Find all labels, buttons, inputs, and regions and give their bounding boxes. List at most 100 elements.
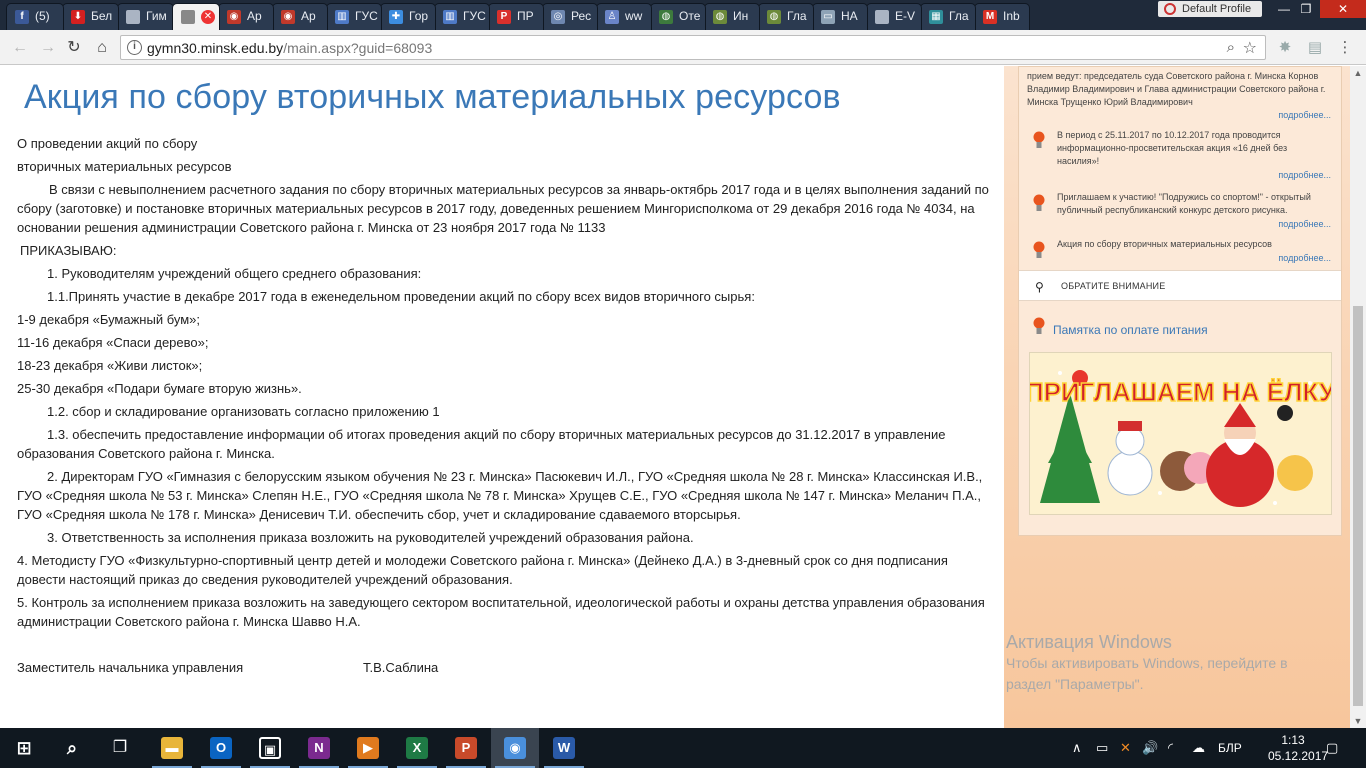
more-link[interactable]: подробнее... <box>1278 218 1331 231</box>
url-text[interactable]: gymn30.minsk.edu.by/main.aspx?guid=68093 <box>147 40 432 56</box>
taskbar-app-excel[interactable]: X <box>393 728 441 768</box>
tab-label: Ар <box>301 9 316 23</box>
browser-tab[interactable]: ▥ ГУС <box>326 3 382 30</box>
bookmark-star-icon[interactable]: ☆ <box>1243 38 1257 58</box>
browser-tab[interactable]: ◉ Ар <box>272 3 328 30</box>
browser-tab[interactable]: ◍ Гла <box>758 3 814 30</box>
news-item[interactable]: В период с 25.11.2017 по 10.12.2017 года… <box>1019 127 1341 185</box>
close-window-button[interactable]: ✕ <box>1320 0 1366 18</box>
news-item[interactable]: Акция по сбору вторичных материальных ре… <box>1019 237 1341 269</box>
browser-tab[interactable]: ▭ НА <box>812 3 868 30</box>
language-indicator[interactable]: БЛР <box>1218 741 1242 755</box>
notifications-icon[interactable]: ▢ <box>1326 740 1338 756</box>
forward-button[interactable]: → <box>38 38 58 58</box>
windows-taskbar: ⊞ ⌕ ❐ ∧ ▭ ✕ 🔊 ◜ ☁ БЛР 1:13 05.12.2017 ▢ … <box>0 728 1366 768</box>
memo-link[interactable]: Памятка по оплате питания <box>1053 323 1208 337</box>
news-panel: прием ведут: председатель суда Советског… <box>1018 66 1342 536</box>
excel-icon: X <box>406 737 428 759</box>
reload-button[interactable]: ↻ <box>64 38 84 58</box>
monitor-icon: ▭ <box>821 10 835 24</box>
file-explorer-icon: ▬ <box>161 737 183 759</box>
gmail-icon: M <box>983 10 997 24</box>
page-scrollbar[interactable]: ▲ ▼ <box>1350 66 1366 728</box>
tray-chevron-icon[interactable]: ∧ <box>1072 740 1082 756</box>
cloud-icon[interactable]: ☁ <box>1192 740 1205 756</box>
extension-icon[interactable]: ▤ <box>1306 39 1324 57</box>
memo-item[interactable]: Памятка по оплате питания <box>1031 317 1331 337</box>
browser-tab[interactable]: P ПР <box>488 3 544 30</box>
volume-icon[interactable]: 🔊 <box>1142 740 1158 756</box>
news-text: прием ведут: председатель суда Советског… <box>1027 71 1326 107</box>
browser-tab[interactable]: E-V <box>866 3 922 30</box>
signature-name: Т.В.Саблина <box>363 660 439 675</box>
tab-label: E-V <box>895 9 916 23</box>
taskbar-app-onenote[interactable]: N <box>295 728 343 768</box>
browser-tab[interactable]: ◍ Ин <box>704 3 760 30</box>
battery-icon[interactable]: ▭ <box>1096 740 1108 756</box>
extension-icon[interactable]: ✸ <box>1276 39 1294 57</box>
watermark-subtitle: Чтобы активировать Windows, перейдите в … <box>1006 655 1288 692</box>
action-date-item: 25-30 декабря «Подари бумаге вторую жизн… <box>17 381 302 396</box>
tab-label: Гим <box>146 9 167 23</box>
windows-logo-icon: ⊞ <box>16 738 32 758</box>
outlook-icon: O <box>210 737 232 759</box>
task-view-button[interactable]: ❐ <box>96 728 144 768</box>
news-item[interactable]: Приглашаем к участию! "Подружись со спор… <box>1019 190 1341 232</box>
address-bar[interactable]: i gymn30.minsk.edu.by/main.aspx?guid=680… <box>120 35 1266 60</box>
article-paragraph: 1.3. обеспечить предоставление информаци… <box>17 427 946 461</box>
network-icon[interactable]: ◜ <box>1168 740 1173 756</box>
close-tab-icon[interactable]: ✕ <box>201 10 215 24</box>
site-info-icon[interactable]: i <box>127 40 142 55</box>
browser-tab[interactable]: ✚ Гор <box>380 3 436 30</box>
page-title: Акция по сбору вторичных материальных ре… <box>24 78 841 116</box>
menu-icon[interactable]: ⋮ <box>1336 39 1354 57</box>
browser-tab[interactable]: Гим <box>117 3 174 30</box>
start-button[interactable]: ⊞ <box>0 728 48 768</box>
gor-icon: ✚ <box>389 10 403 24</box>
browser-tab[interactable]: ♙ ww <box>596 3 652 30</box>
browser-tab[interactable]: ▥ ГУС <box>434 3 490 30</box>
lightbulb-icon <box>1033 241 1045 258</box>
more-link[interactable]: подробнее... <box>1278 252 1331 265</box>
vpn-icon[interactable]: ✕ <box>1120 740 1131 756</box>
browser-tab[interactable]: ✕ <box>172 3 220 30</box>
taskbar-app-chrome[interactable]: ◉ <box>491 728 539 768</box>
page-icon <box>181 10 195 24</box>
home-button[interactable]: ⌂ <box>92 38 112 58</box>
scroll-thumb[interactable] <box>1353 306 1363 706</box>
search-button[interactable]: ⌕ <box>48 728 96 768</box>
taskbar-app-word[interactable]: W <box>540 728 588 768</box>
more-link[interactable]: подробнее... <box>1278 109 1331 122</box>
emblem-icon: ◍ <box>659 10 673 24</box>
ar-icon: ◉ <box>227 10 241 24</box>
news-text: В период с 25.11.2017 по 10.12.2017 года… <box>1057 130 1288 166</box>
scroll-down-arrow[interactable]: ▼ <box>1350 714 1366 728</box>
zoom-icon[interactable]: ⌕ <box>1227 39 1235 56</box>
article-paragraph: 1. Руководителям учреждений общего средн… <box>47 266 422 281</box>
back-button[interactable]: ← <box>10 38 30 58</box>
browser-tab[interactable]: ▦ Гла <box>920 3 976 30</box>
taskbar-app-media-player[interactable]: ▶ <box>344 728 392 768</box>
article-paragraph: 1.1.Принять участие в декабре 2017 года … <box>47 289 755 304</box>
more-link[interactable]: подробнее... <box>1278 169 1331 182</box>
system-clock[interactable]: 1:13 05.12.2017 <box>1268 732 1328 764</box>
scroll-up-arrow[interactable]: ▲ <box>1350 66 1366 80</box>
taskbar-app-file-explorer[interactable]: ▬ <box>148 728 196 768</box>
browser-tab[interactable]: ◍ Оте <box>650 3 706 30</box>
taskbar-app-powerpoint[interactable]: P <box>442 728 490 768</box>
news-item[interactable]: прием ведут: председатель суда Советског… <box>1019 67 1341 123</box>
new-year-banner[interactable]: ПРИГЛАШАЕМ НА ЁЛКУ <box>1029 352 1332 515</box>
banner-title: ПРИГЛАШАЕМ НА ЁЛКУ <box>1030 377 1332 407</box>
page-icon <box>875 10 889 24</box>
article-paragraph: 2. Директорам ГУО «Гимназия с белорусски… <box>17 469 983 522</box>
browser-tab[interactable]: ◎ Рес <box>542 3 598 30</box>
taskbar-app-store[interactable]: ▣ <box>246 728 294 768</box>
profile-button[interactable]: Default Profile <box>1158 1 1262 17</box>
browser-tab[interactable]: ◉ Ар <box>218 3 274 30</box>
taskbar-app-outlook[interactable]: O <box>197 728 245 768</box>
powerpoint-icon: P <box>455 737 477 759</box>
browser-tab[interactable]: ⬇ Бел <box>62 3 119 30</box>
browser-tab[interactable]: M Inb <box>974 3 1030 30</box>
browser-tab[interactable]: f (5) <box>6 3 64 30</box>
maximize-button[interactable]: ❐ <box>1292 0 1320 18</box>
